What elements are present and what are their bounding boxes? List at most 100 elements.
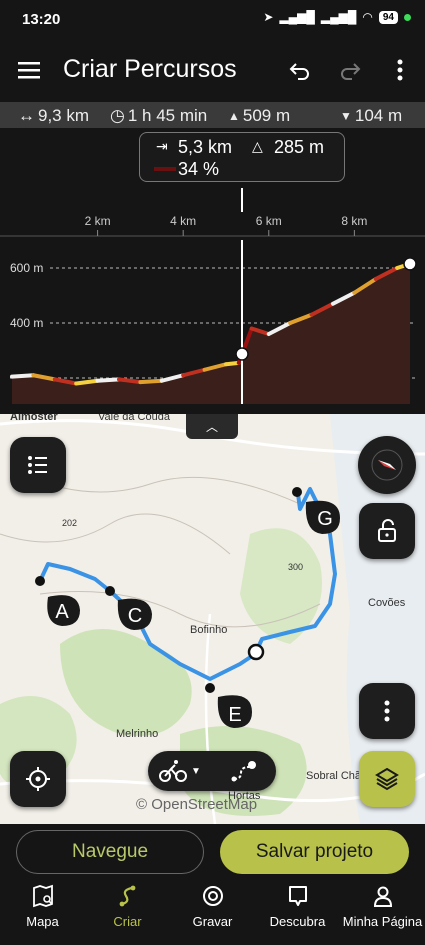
route-create-icon	[119, 885, 135, 907]
redo-icon[interactable]	[338, 58, 362, 82]
elevation-line-segment	[116, 377, 143, 385]
nav-item-my-page[interactable]: Minha Página	[340, 884, 425, 929]
signal-icon-2: ▂▄▆█	[320, 10, 357, 24]
x-tick-label: 2 km	[85, 214, 111, 228]
map-label-melrinho: Melrinho	[116, 728, 159, 740]
waypoint-pin-e[interactable]: E	[217, 695, 252, 728]
compass-button[interactable]	[358, 436, 416, 494]
more-vertical-icon	[384, 700, 390, 722]
x-tick-label: 6 km	[256, 214, 282, 228]
stat-distance: ↔ 9,3 km	[18, 106, 90, 125]
record-icon	[202, 886, 223, 906]
waypoint-dot-c[interactable]	[105, 586, 115, 596]
x-tick-label: 8 km	[341, 214, 367, 228]
profile-icon	[373, 886, 392, 907]
chart-end-point	[403, 257, 417, 271]
distance-icon: ↔	[18, 106, 35, 125]
map-label-covoes: Covões	[368, 597, 406, 609]
waypoint-dot-a[interactable]	[35, 576, 45, 586]
map-label-bofinho: Bofinho	[190, 624, 228, 636]
bottom-navigation: Mapa Criar Gravar Descubra Minha Página	[0, 878, 425, 945]
waypoint-list-button[interactable]	[10, 437, 66, 493]
dropdown-caret-icon: ▼	[191, 765, 201, 777]
page-title: Criar Percursos	[63, 55, 237, 83]
app-bar: Criar Percursos	[0, 40, 425, 102]
map-label-vale-da-couda: Vale da Couda	[98, 414, 170, 423]
chevron-up-icon: ︿	[205, 420, 218, 434]
signal-icon: ▂▄▆█	[279, 10, 315, 24]
activity-type-button[interactable]: ▼	[148, 751, 212, 791]
save-project-button[interactable]: Salvar projeto	[220, 830, 409, 874]
undo-icon[interactable]	[288, 58, 312, 82]
nav-item-discover[interactable]: Descubra	[255, 884, 340, 929]
menu-icon[interactable]	[18, 61, 40, 79]
discover-icon	[288, 886, 307, 906]
clock-icon: ◷	[110, 106, 125, 125]
crosshair-icon	[26, 767, 50, 791]
y-tick-label: 600 m	[10, 261, 43, 275]
route-planning-mode-button[interactable]	[212, 751, 276, 791]
action-bar: Navegue Salvar projeto	[0, 824, 425, 878]
contour	[0, 513, 231, 555]
elevation-line-segment	[74, 378, 100, 386]
chart-cursor-point	[235, 347, 249, 361]
status-icons: ➤ ▂▄▆█ ▂▄▆█ ◠ 94	[263, 10, 411, 24]
routing-mode-selector: ▼	[148, 751, 276, 791]
stat-ascent: ▲ 509 m	[228, 106, 291, 125]
collapse-chart-button[interactable]: ︿	[186, 414, 238, 439]
x-tick-label: 4 km	[170, 214, 196, 228]
waypoint-dot-e[interactable]	[205, 683, 215, 693]
svg-text:A: A	[55, 601, 69, 623]
map-view[interactable]: A C E G Almoster Vale da Couda Bofinho C…	[0, 414, 425, 824]
y-tick-label: 400 m	[10, 316, 43, 330]
elevation-tooltip: ⇥ 5,3 km △ 285 m 34 %	[139, 132, 345, 182]
privacy-dot-icon	[404, 13, 411, 21]
nav-item-create[interactable]: Criar	[85, 884, 170, 929]
tooltip-grade: 34 %	[178, 159, 220, 179]
route-draw-icon	[231, 761, 256, 782]
map-layers-button[interactable]	[359, 751, 415, 807]
battery-icon: 94	[378, 10, 398, 24]
location-icon: ➤	[263, 10, 274, 24]
grade-swatch	[154, 167, 176, 171]
nav-item-map[interactable]: Mapa	[0, 884, 85, 929]
waypoint-dot-g[interactable]	[292, 487, 302, 497]
descent-icon: ▼	[340, 109, 352, 123]
waypoint-pin-c[interactable]: C	[117, 598, 152, 630]
map-label-contour-300: 300	[288, 562, 304, 572]
elevation-profile[interactable]: 2 km 4 km 6 km 8 km 600 m 400 m ⇥ 5,3 km △ 28…	[0, 128, 425, 414]
wifi-icon: ◠	[362, 10, 373, 24]
map-label-road-202: 202	[62, 518, 78, 528]
map-attribution[interactable]: © OpenStreetMap	[136, 796, 257, 813]
elevation-line-segment	[10, 373, 36, 379]
navigate-button[interactable]: Navegue	[16, 830, 204, 874]
map-label-almoster: Almoster	[10, 414, 58, 423]
map-more-button[interactable]	[359, 683, 415, 739]
elevation-line-segment	[138, 378, 164, 385]
status-time: 13:20	[22, 11, 61, 28]
map-label-sobral-chao: Sobral Chão	[306, 770, 368, 782]
svg-text:G: G	[317, 508, 333, 530]
nav-item-record[interactable]: Gravar	[170, 884, 255, 929]
mountain-bike-icon	[159, 760, 188, 782]
waypoint-pin-g[interactable]: G	[305, 500, 340, 534]
stat-descent: ▼ 104 m	[340, 106, 403, 125]
forest-area	[60, 629, 192, 736]
more-options-icon[interactable]	[390, 56, 410, 84]
map-book-icon	[32, 884, 53, 908]
waypoint-pin-a[interactable]: A	[47, 595, 80, 626]
route-stats-bar: ↔ 9,3 km ◷ 1 h 45 min ▲ 509 m ▼ 104 m	[0, 102, 425, 128]
ascent-icon: ▲	[228, 109, 240, 123]
tooltip-elevation: 285 m	[274, 137, 325, 157]
mountain-icon: △	[252, 138, 263, 154]
lock-open-icon	[378, 519, 396, 542]
lock-map-button[interactable]	[359, 503, 415, 559]
compass-icon	[371, 449, 403, 481]
locate-me-button[interactable]	[10, 751, 66, 807]
stat-duration: ◷ 1 h 45 min	[110, 106, 208, 125]
route-position-marker[interactable]	[247, 643, 265, 661]
layers-icon	[375, 767, 399, 791]
list-icon	[28, 456, 47, 474]
elevation-line-segment	[95, 377, 121, 383]
status-bar: 13:20 ➤ ▂▄▆█ ▂▄▆█ ◠ 94	[0, 0, 425, 40]
